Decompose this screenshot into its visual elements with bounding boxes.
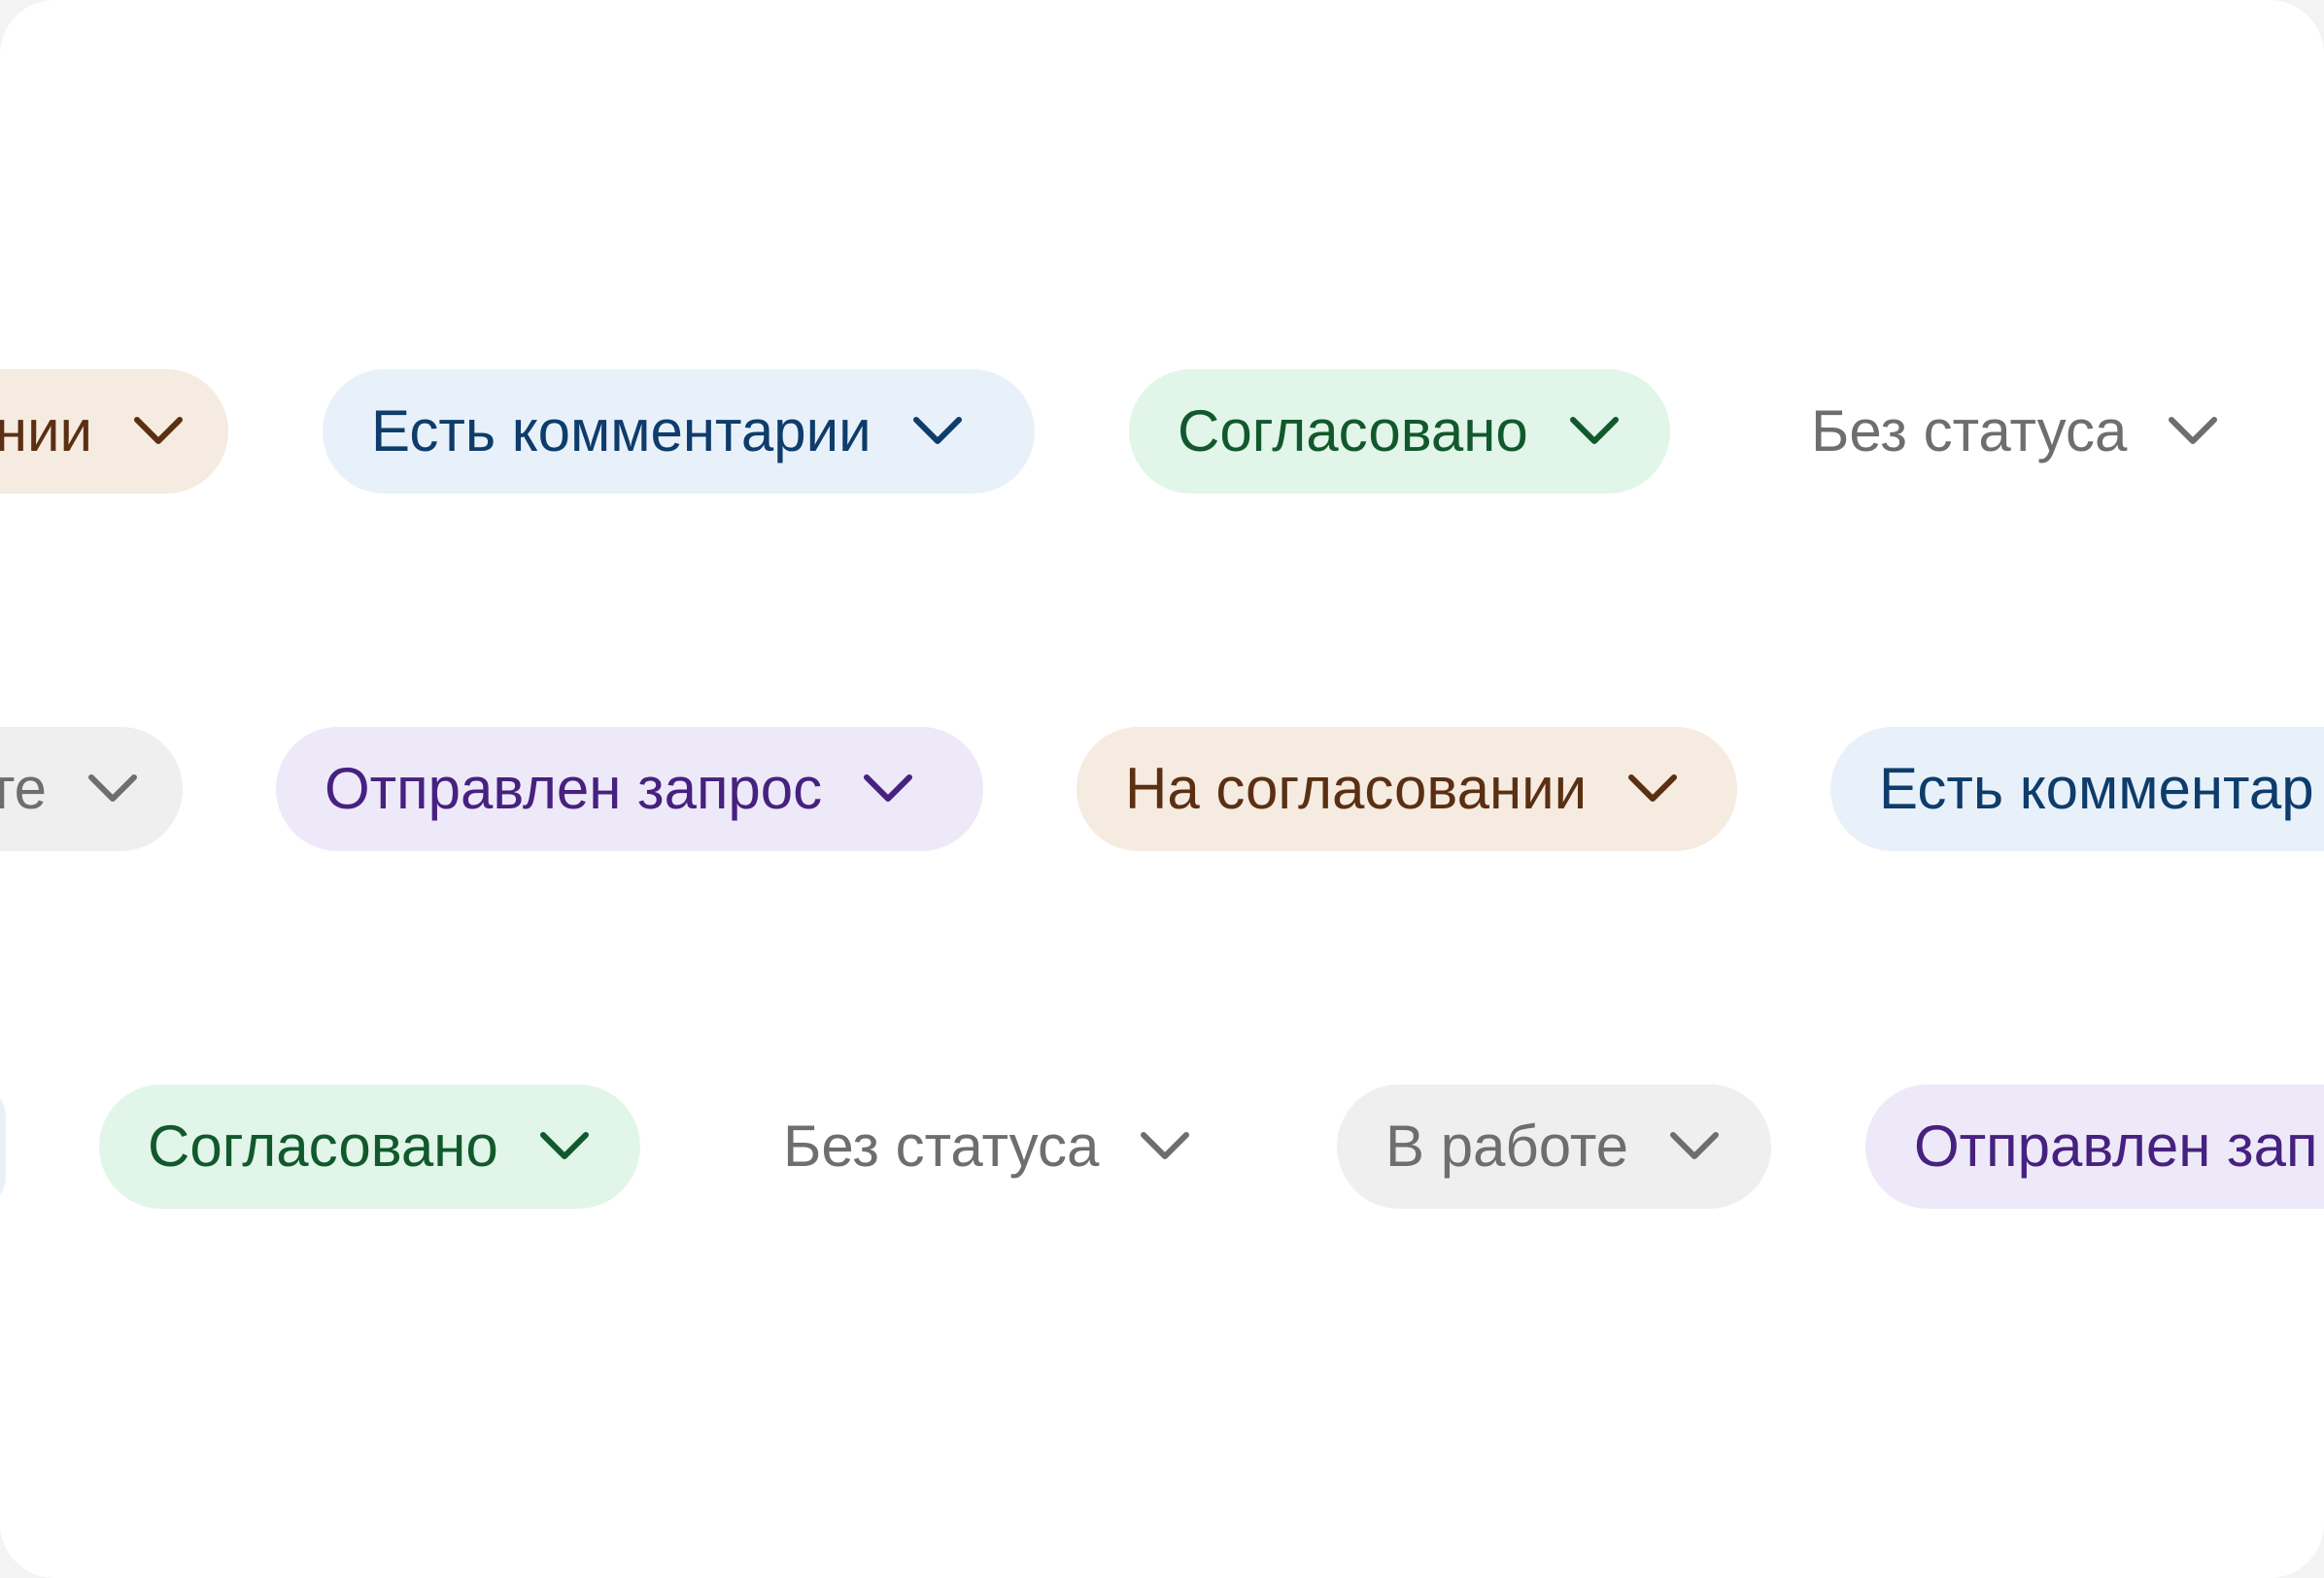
chip-label: На согласовании — [1125, 756, 1588, 821]
chevron-down-icon — [1567, 404, 1622, 459]
status-chip-approved[interactable]: Согласовано — [1129, 369, 1670, 494]
chevron-down-icon — [85, 762, 140, 816]
chip-label: те — [0, 756, 47, 821]
chip-row-1: нии Есть комментарии Согласовано Без ста… — [0, 369, 2324, 494]
status-chip-request[interactable]: Отправлен запрос — [276, 727, 983, 851]
chevron-down-icon — [1667, 1119, 1722, 1174]
chevron-down-icon — [1625, 762, 1680, 816]
chip-label: Без статуса — [783, 1114, 1100, 1179]
status-chip-comments[interactable] — [0, 1084, 6, 1209]
chip-row-3: Согласовано Без статуса В работе Отправл… — [0, 1084, 2324, 1209]
chevron-down-icon — [537, 1119, 592, 1174]
status-chip-comments[interactable]: Есть комментар — [1830, 727, 2324, 851]
chip-label: Без статуса — [1811, 398, 2128, 463]
chip-label: Есть комментар — [1879, 756, 2314, 821]
status-chip-nostatus[interactable]: Без статуса — [1811, 369, 2277, 494]
status-chip-request[interactable]: Отправлен зап — [1865, 1084, 2324, 1209]
status-chip-approval[interactable]: На согласовании — [1077, 727, 1737, 851]
chevron-down-icon — [861, 762, 915, 816]
status-chip-nostatus[interactable]: Без статуса — [783, 1084, 1220, 1209]
chip-label: Отправлен зап — [1914, 1114, 2318, 1179]
chip-label: Есть комментарии — [371, 398, 872, 463]
chevron-down-icon — [910, 404, 965, 459]
chip-row-2: те Отправлен запрос На согласовании Есть… — [0, 727, 2324, 851]
chevron-down-icon — [2166, 404, 2220, 459]
chevron-down-icon — [131, 404, 186, 459]
chip-label: Согласовано — [1178, 398, 1528, 463]
status-chip-approved[interactable]: Согласовано — [99, 1084, 640, 1209]
chip-label: Согласовано — [148, 1114, 498, 1179]
chip-label: нии — [0, 398, 92, 463]
status-chip-inwork[interactable]: В работе — [1337, 1084, 1771, 1209]
chevron-down-icon — [1138, 1119, 1192, 1174]
status-chip-approval[interactable]: нии — [0, 369, 228, 494]
chip-label: В работе — [1385, 1114, 1629, 1179]
status-chip-comments[interactable]: Есть комментарии — [323, 369, 1035, 494]
status-chip-inwork[interactable]: те — [0, 727, 183, 851]
status-chips-canvas: нии Есть комментарии Согласовано Без ста… — [0, 0, 2324, 1578]
chip-label: Отправлен запрос — [325, 756, 823, 821]
